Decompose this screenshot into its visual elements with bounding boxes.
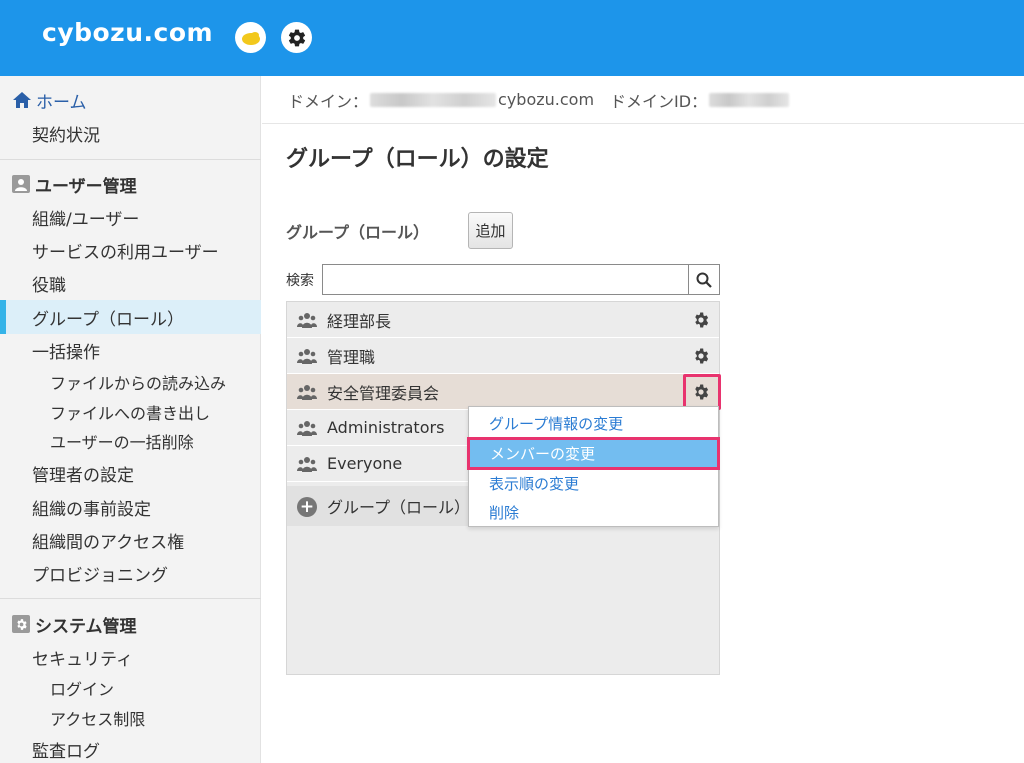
group-icon (297, 457, 317, 472)
sidebar-heading-label: ユーザー管理 (35, 176, 137, 197)
group-name: Administrators (327, 418, 445, 437)
sidebar-item-admins[interactable]: 管理者の設定 (0, 460, 261, 486)
search-icon (696, 272, 712, 288)
sidebar-item-contract[interactable]: 契約状況 (0, 120, 261, 146)
gear-icon[interactable] (692, 311, 710, 329)
gear-icon[interactable] (692, 347, 710, 365)
menu-item-change-order[interactable]: 表示順の変更 (469, 469, 718, 497)
plus-icon: + (297, 497, 317, 517)
sidebar-item-label: ログイン (50, 680, 115, 699)
sidebar-item-security[interactable]: セキュリティ (0, 644, 261, 670)
sidebar-item-import[interactable]: ファイルからの読み込み (0, 371, 261, 393)
sidebar-item-label: 役職 (32, 275, 66, 296)
gear-icon (12, 615, 30, 633)
search-input[interactable] (322, 264, 688, 295)
sidebar-item-access-rights[interactable]: 組織間のアクセス権 (0, 527, 261, 553)
redacted-domain (370, 92, 497, 107)
sidebar-item-label: 組織の事前設定 (32, 499, 151, 520)
sidebar-item-groups[interactable]: グループ（ロール） (0, 300, 261, 334)
search-label: 検索 (286, 273, 314, 289)
user-icon (12, 175, 30, 193)
sidebar-item-positions[interactable]: 役職 (0, 270, 261, 296)
group-row-selected[interactable]: 安全管理委員会 (287, 374, 721, 410)
redacted-domain-id (709, 92, 790, 107)
home-icon (13, 92, 31, 108)
top-header: cybozu.com (0, 0, 1024, 76)
group-icon (297, 349, 317, 364)
group-name: Everyone (327, 454, 403, 473)
sidebar-item-home[interactable]: ホーム (0, 87, 261, 113)
group-section-label: グループ（ロール） (286, 223, 430, 242)
sidebar-item-label: アクセス制限 (50, 710, 146, 729)
sidebar-item-label: プロビジョニング (32, 565, 168, 586)
notification-icon[interactable] (235, 22, 266, 53)
sidebar-item-org-preset[interactable]: 組織の事前設定 (0, 494, 261, 520)
highlight-box (683, 374, 721, 410)
group-icon (297, 421, 317, 436)
group-name: 管理職 (327, 347, 376, 367)
group-icon (297, 313, 317, 328)
menu-item-edit-info[interactable]: グループ情報の変更 (469, 409, 718, 437)
search-button[interactable] (688, 264, 720, 295)
group-icon (297, 385, 317, 400)
sidebar-item-access-restriction[interactable]: アクセス制限 (0, 707, 261, 729)
domain-suffix: cybozu.com (498, 90, 595, 109)
sidebar-item-label: 一括操作 (32, 342, 100, 363)
sidebar: ホーム 契約状況 ユーザー管理 組織/ユーザー サービスの利用ユーザー 役職 グ… (0, 76, 261, 763)
sidebar-item-export[interactable]: ファイルへの書き出し (0, 401, 261, 423)
group-row[interactable]: 経理部長 (287, 302, 719, 338)
sidebar-item-org-users[interactable]: 組織/ユーザー (0, 204, 261, 230)
sidebar-heading-system: システム管理 (12, 611, 137, 637)
sidebar-item-label: ファイルからの読み込み (50, 374, 227, 393)
group-name: 安全管理委員会 (327, 383, 440, 403)
sidebar-item-bulk-delete[interactable]: ユーザーの一括削除 (0, 430, 261, 452)
app-logo[interactable]: cybozu.com (42, 18, 213, 47)
sidebar-item-service-users[interactable]: サービスの利用ユーザー (0, 237, 261, 263)
sidebar-item-label: グループ（ロール） (32, 309, 184, 330)
group-row[interactable]: 管理職 (287, 338, 719, 374)
sidebar-heading-user-management: ユーザー管理 (12, 171, 137, 197)
domain-id-label: ドメインID： (610, 91, 708, 111)
sidebar-item-label: 組織間のアクセス権 (32, 532, 185, 553)
domain-bar: ドメイン： cybozu.com ドメインID： (262, 76, 1024, 124)
sidebar-item-label: ファイルへの書き出し (50, 404, 211, 423)
domain-label: ドメイン： (288, 91, 369, 111)
sidebar-item-label: 監査ログ (32, 741, 100, 762)
sidebar-item-label: ホーム (36, 92, 87, 113)
menu-item-change-members[interactable]: メンバーの変更 (467, 437, 720, 470)
add-group-label: グループ（ロール） (327, 498, 471, 517)
sidebar-item-label: 管理者の設定 (32, 465, 134, 486)
sidebar-item-audit-log[interactable]: 監査ログ (0, 736, 261, 762)
page-title: グループ（ロール）の設定 (286, 147, 549, 172)
sidebar-divider (0, 598, 261, 599)
sidebar-item-label: ユーザーの一括削除 (50, 433, 194, 452)
gear-icon[interactable] (281, 22, 312, 53)
sidebar-divider (0, 159, 261, 160)
sidebar-item-label: 契約状況 (32, 125, 100, 146)
sidebar-item-label: サービスの利用ユーザー (32, 242, 219, 263)
add-group-button[interactable]: 追加 (468, 212, 513, 249)
group-context-menu: グループ情報の変更 メンバーの変更 表示順の変更 削除 (467, 406, 720, 527)
sidebar-item-bulk[interactable]: 一括操作 (0, 337, 261, 363)
sidebar-item-label: 組織/ユーザー (32, 209, 140, 230)
sidebar-item-login[interactable]: ログイン (0, 677, 261, 699)
menu-item-delete[interactable]: 削除 (469, 498, 718, 526)
sidebar-item-label: セキュリティ (32, 649, 133, 670)
group-name: 経理部長 (327, 311, 392, 331)
sidebar-heading-label: システム管理 (35, 616, 137, 637)
sidebar-item-provisioning[interactable]: プロビジョニング (0, 560, 261, 586)
